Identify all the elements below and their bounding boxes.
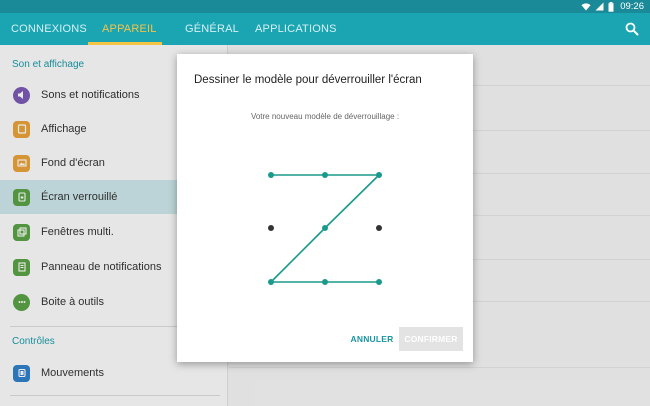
tab-connexions[interactable]: CONNEXIONS: [11, 13, 87, 45]
battery-icon: [608, 1, 614, 12]
tab-appareil[interactable]: APPAREIL: [102, 13, 157, 45]
confirm-button[interactable]: CONFIRMER: [399, 327, 463, 351]
tab-applications[interactable]: APPLICATIONS: [255, 13, 337, 45]
pattern-dot-8[interactable]: [322, 279, 328, 285]
pattern-dot-7[interactable]: [268, 279, 274, 285]
pattern-dot-4[interactable]: [268, 225, 274, 231]
pattern-segment: [270, 227, 326, 283]
pattern-segment: [324, 174, 380, 229]
tab-general[interactable]: GÉNÉRAL: [185, 13, 239, 45]
pattern-dot-2[interactable]: [322, 172, 328, 178]
status-icons: 09:26: [581, 1, 644, 12]
cancel-button[interactable]: ANNULER: [347, 327, 397, 351]
signal-icon: [595, 2, 604, 11]
search-icon[interactable]: [624, 21, 640, 37]
pattern-dialog: Dessiner le modèle pour déverrouiller l'…: [177, 54, 473, 362]
status-bar: 09:26: [0, 0, 650, 13]
pattern-dot-1[interactable]: [268, 172, 274, 178]
pattern-dot-9[interactable]: [376, 279, 382, 285]
pattern-dot-3[interactable]: [376, 172, 382, 178]
status-time: 09:26: [620, 1, 644, 12]
tab-bar: CONNEXIONS APPAREIL GÉNÉRAL APPLICATIONS: [0, 13, 650, 45]
pattern-dot-5[interactable]: [322, 225, 328, 231]
wifi-icon: [581, 2, 591, 11]
pattern-dot-6[interactable]: [376, 225, 382, 231]
pattern-grid[interactable]: [177, 54, 473, 314]
